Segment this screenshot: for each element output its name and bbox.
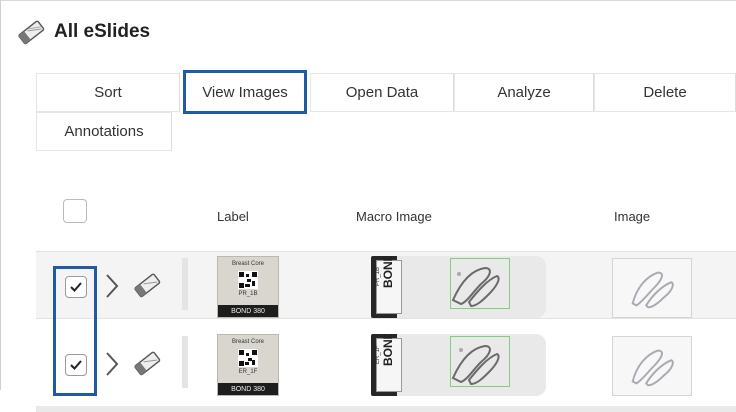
page-title: All eSlides [54,21,151,42]
macro-label-text: BOND 380 [381,256,395,288]
row-separator [182,336,188,388]
row-divider [36,318,736,319]
label-code: PR_1B [238,291,258,297]
table-row[interactable]: Breast Core ER_1F BOND 380 ER_1F BOND 38… [36,330,736,396]
view-images-button[interactable]: View Images [183,70,307,114]
image-thumbnail[interactable] [612,336,692,396]
next-row-edge [36,406,736,412]
tissue-preview [631,349,674,387]
macro-thumbnail[interactable]: PR_1B BOND 380 [371,256,546,318]
label-code: ER_1F [238,369,258,375]
sort-button[interactable]: Sort [36,73,180,112]
region-of-interest [450,258,510,309]
label-strip: BOND 380 [218,305,278,317]
slide-icon [134,273,161,298]
column-macro-image: Macro Image [356,209,432,224]
label-text: Breast Core [231,339,264,345]
checkbox-highlight [53,266,97,396]
column-label: Label [217,209,249,224]
row-separator [182,258,188,310]
region-of-interest [450,336,510,387]
column-image: Image [614,209,651,224]
annotations-button[interactable]: Annotations [36,112,172,151]
image-thumbnail[interactable] [612,258,692,318]
chevron-right-icon[interactable] [104,350,120,378]
label-text: Breast Core [231,261,264,267]
slide-icon [134,351,161,376]
page-frame-top [0,0,736,4]
analyze-button[interactable]: Analyze [454,73,594,112]
label-thumbnail[interactable]: Breast Core ER_1F BOND 380 [217,334,279,396]
table-row[interactable]: Breast Core PR_1B BOND 380 PR_1B BOND 38… [36,252,736,318]
tissue-preview [631,271,674,309]
open-data-button[interactable]: Open Data [310,73,454,112]
label-strip: BOND 380 [218,383,278,395]
barcode-icon [238,349,258,367]
chevron-right-icon[interactable] [104,272,120,300]
slide-icon [18,20,45,45]
barcode-icon [238,271,258,289]
table-header: Label Macro Image Image [36,185,736,245]
page-frame-left [0,0,1,390]
delete-button[interactable]: Delete [594,73,736,112]
label-thumbnail[interactable]: Breast Core PR_1B BOND 380 [217,256,279,318]
page-header: All eSlides [16,16,150,48]
macro-thumbnail[interactable]: ER_1F BOND 380 [371,334,546,396]
select-all-checkbox[interactable] [63,199,87,223]
macro-label-text: BOND 380 [381,334,395,366]
